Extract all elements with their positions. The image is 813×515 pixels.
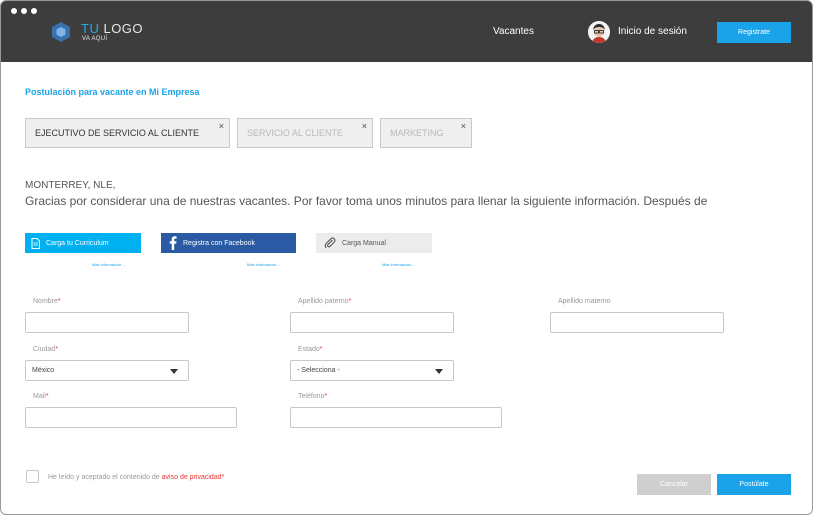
required-mark: * [57, 298, 61, 305]
window-dot-icon[interactable] [11, 8, 17, 14]
vacancy-tag-label: EJECUTIVO DE SERVICIO AL CLIENTE [35, 128, 200, 138]
logo-title-main: LOGO [103, 21, 144, 36]
telefono-label-text: Teléfono [298, 393, 325, 400]
browser-window: TU LOGO VA AQUÍ Vacantes Inicio de sesió… [0, 0, 813, 515]
upload-cv-label: Carga tu Curriculum [46, 239, 109, 247]
nav-link-vacantes[interactable]: Vacantes [493, 26, 534, 37]
logo-title-accent: TU [81, 21, 100, 36]
vacancy-tag[interactable]: SERVICIO AL CLIENTE × [237, 118, 373, 148]
vacancy-tag[interactable]: MARKETING × [380, 118, 472, 148]
more-info-link[interactable]: Más información... [92, 262, 125, 267]
terms-prefix: He leído y aceptado el contenido de [48, 474, 160, 481]
estado-label: Estado* [298, 346, 323, 353]
privacy-checkbox[interactable] [26, 470, 39, 483]
intro-text: Gracias por considerar una de nuestras v… [25, 194, 708, 208]
required-mark: * [55, 346, 58, 353]
required-mark: * [45, 393, 49, 400]
apellido-paterno-label-text: Apellido paterno [298, 298, 349, 305]
window-dot-icon[interactable] [31, 8, 37, 14]
required-mark: * [221, 474, 225, 481]
more-info-link[interactable]: Más información... [382, 262, 415, 267]
logo-hexagon-icon [52, 22, 70, 42]
logo-subtitle: VA AQUÍ [82, 36, 108, 42]
window-dot-icon[interactable] [21, 8, 27, 14]
apellido-paterno-input[interactable] [290, 312, 454, 333]
user-avatar[interactable] [588, 21, 610, 43]
nav-link-login[interactable]: Inicio de sesión [618, 26, 687, 37]
close-icon[interactable]: × [461, 121, 466, 131]
privacy-notice-link[interactable]: aviso de privacidad [162, 474, 222, 481]
required-mark: * [348, 298, 352, 305]
mail-input[interactable] [25, 407, 237, 428]
avatar-icon [588, 21, 610, 43]
telefono-label: Teléfono* [298, 393, 327, 400]
register-button[interactable]: Registrate [717, 22, 791, 43]
cancel-button[interactable]: Cancelar [637, 474, 711, 495]
logo-title: TU LOGO [81, 21, 143, 36]
mail-label-text: Mail [33, 393, 46, 400]
page-title: Postulación para vacante en Mi Empresa [25, 87, 200, 97]
vacancy-tag-label: SERVICIO AL CLIENTE [247, 128, 344, 138]
ciudad-select[interactable]: México [25, 360, 189, 381]
estado-label-text: Estado [298, 346, 320, 353]
facebook-register-button[interactable]: Registra con Facebook [161, 233, 296, 253]
chevron-down-icon [170, 369, 178, 374]
estado-select[interactable]: - Selecciona - [290, 360, 454, 381]
paperclip-icon [324, 237, 336, 249]
manual-upload-label: Carga Manual [342, 239, 386, 247]
ciudad-select-value: México [32, 367, 55, 374]
ciudad-label: Ciudad* [33, 346, 58, 353]
nombre-label-text: Nombre [33, 298, 58, 305]
top-navigation-bar: TU LOGO VA AQUÍ Vacantes Inicio de sesió… [1, 1, 812, 62]
apellido-paterno-label: Apellido paterno* [298, 298, 351, 305]
required-mark: * [319, 346, 323, 353]
vacancy-tag-label: MARKETING [390, 128, 444, 138]
close-icon[interactable]: × [219, 121, 224, 131]
vacancy-tag[interactable]: EJECUTIVO DE SERVICIO AL CLIENTE × [25, 118, 230, 148]
mail-label: Mail* [33, 393, 49, 400]
ciudad-label-text: Ciudad [33, 346, 56, 353]
telefono-input[interactable] [290, 407, 502, 428]
manual-upload-button[interactable]: Carga Manual [316, 233, 432, 253]
facebook-icon [169, 236, 177, 250]
upload-cv-button[interactable]: Carga tu Curriculum [25, 233, 141, 253]
document-icon [31, 237, 40, 249]
nombre-label: Nombre* [33, 298, 61, 305]
facebook-register-label: Registra con Facebook [183, 239, 255, 247]
required-mark: * [324, 393, 328, 400]
window-controls [11, 8, 37, 14]
estado-select-value: - Selecciona - [297, 367, 340, 374]
nombre-input[interactable] [25, 312, 189, 333]
location-text: MONTERREY, NLE, [25, 180, 116, 191]
more-info-link[interactable]: Más información... [247, 262, 280, 267]
apellido-materno-input[interactable] [550, 312, 724, 333]
close-icon[interactable]: × [362, 121, 367, 131]
privacy-terms-text: He leído y aceptado el contenido de avis… [48, 474, 224, 481]
apellido-materno-label: Apellido materno [558, 298, 611, 305]
chevron-down-icon [435, 369, 443, 374]
apply-button[interactable]: Postúlate [717, 474, 791, 495]
